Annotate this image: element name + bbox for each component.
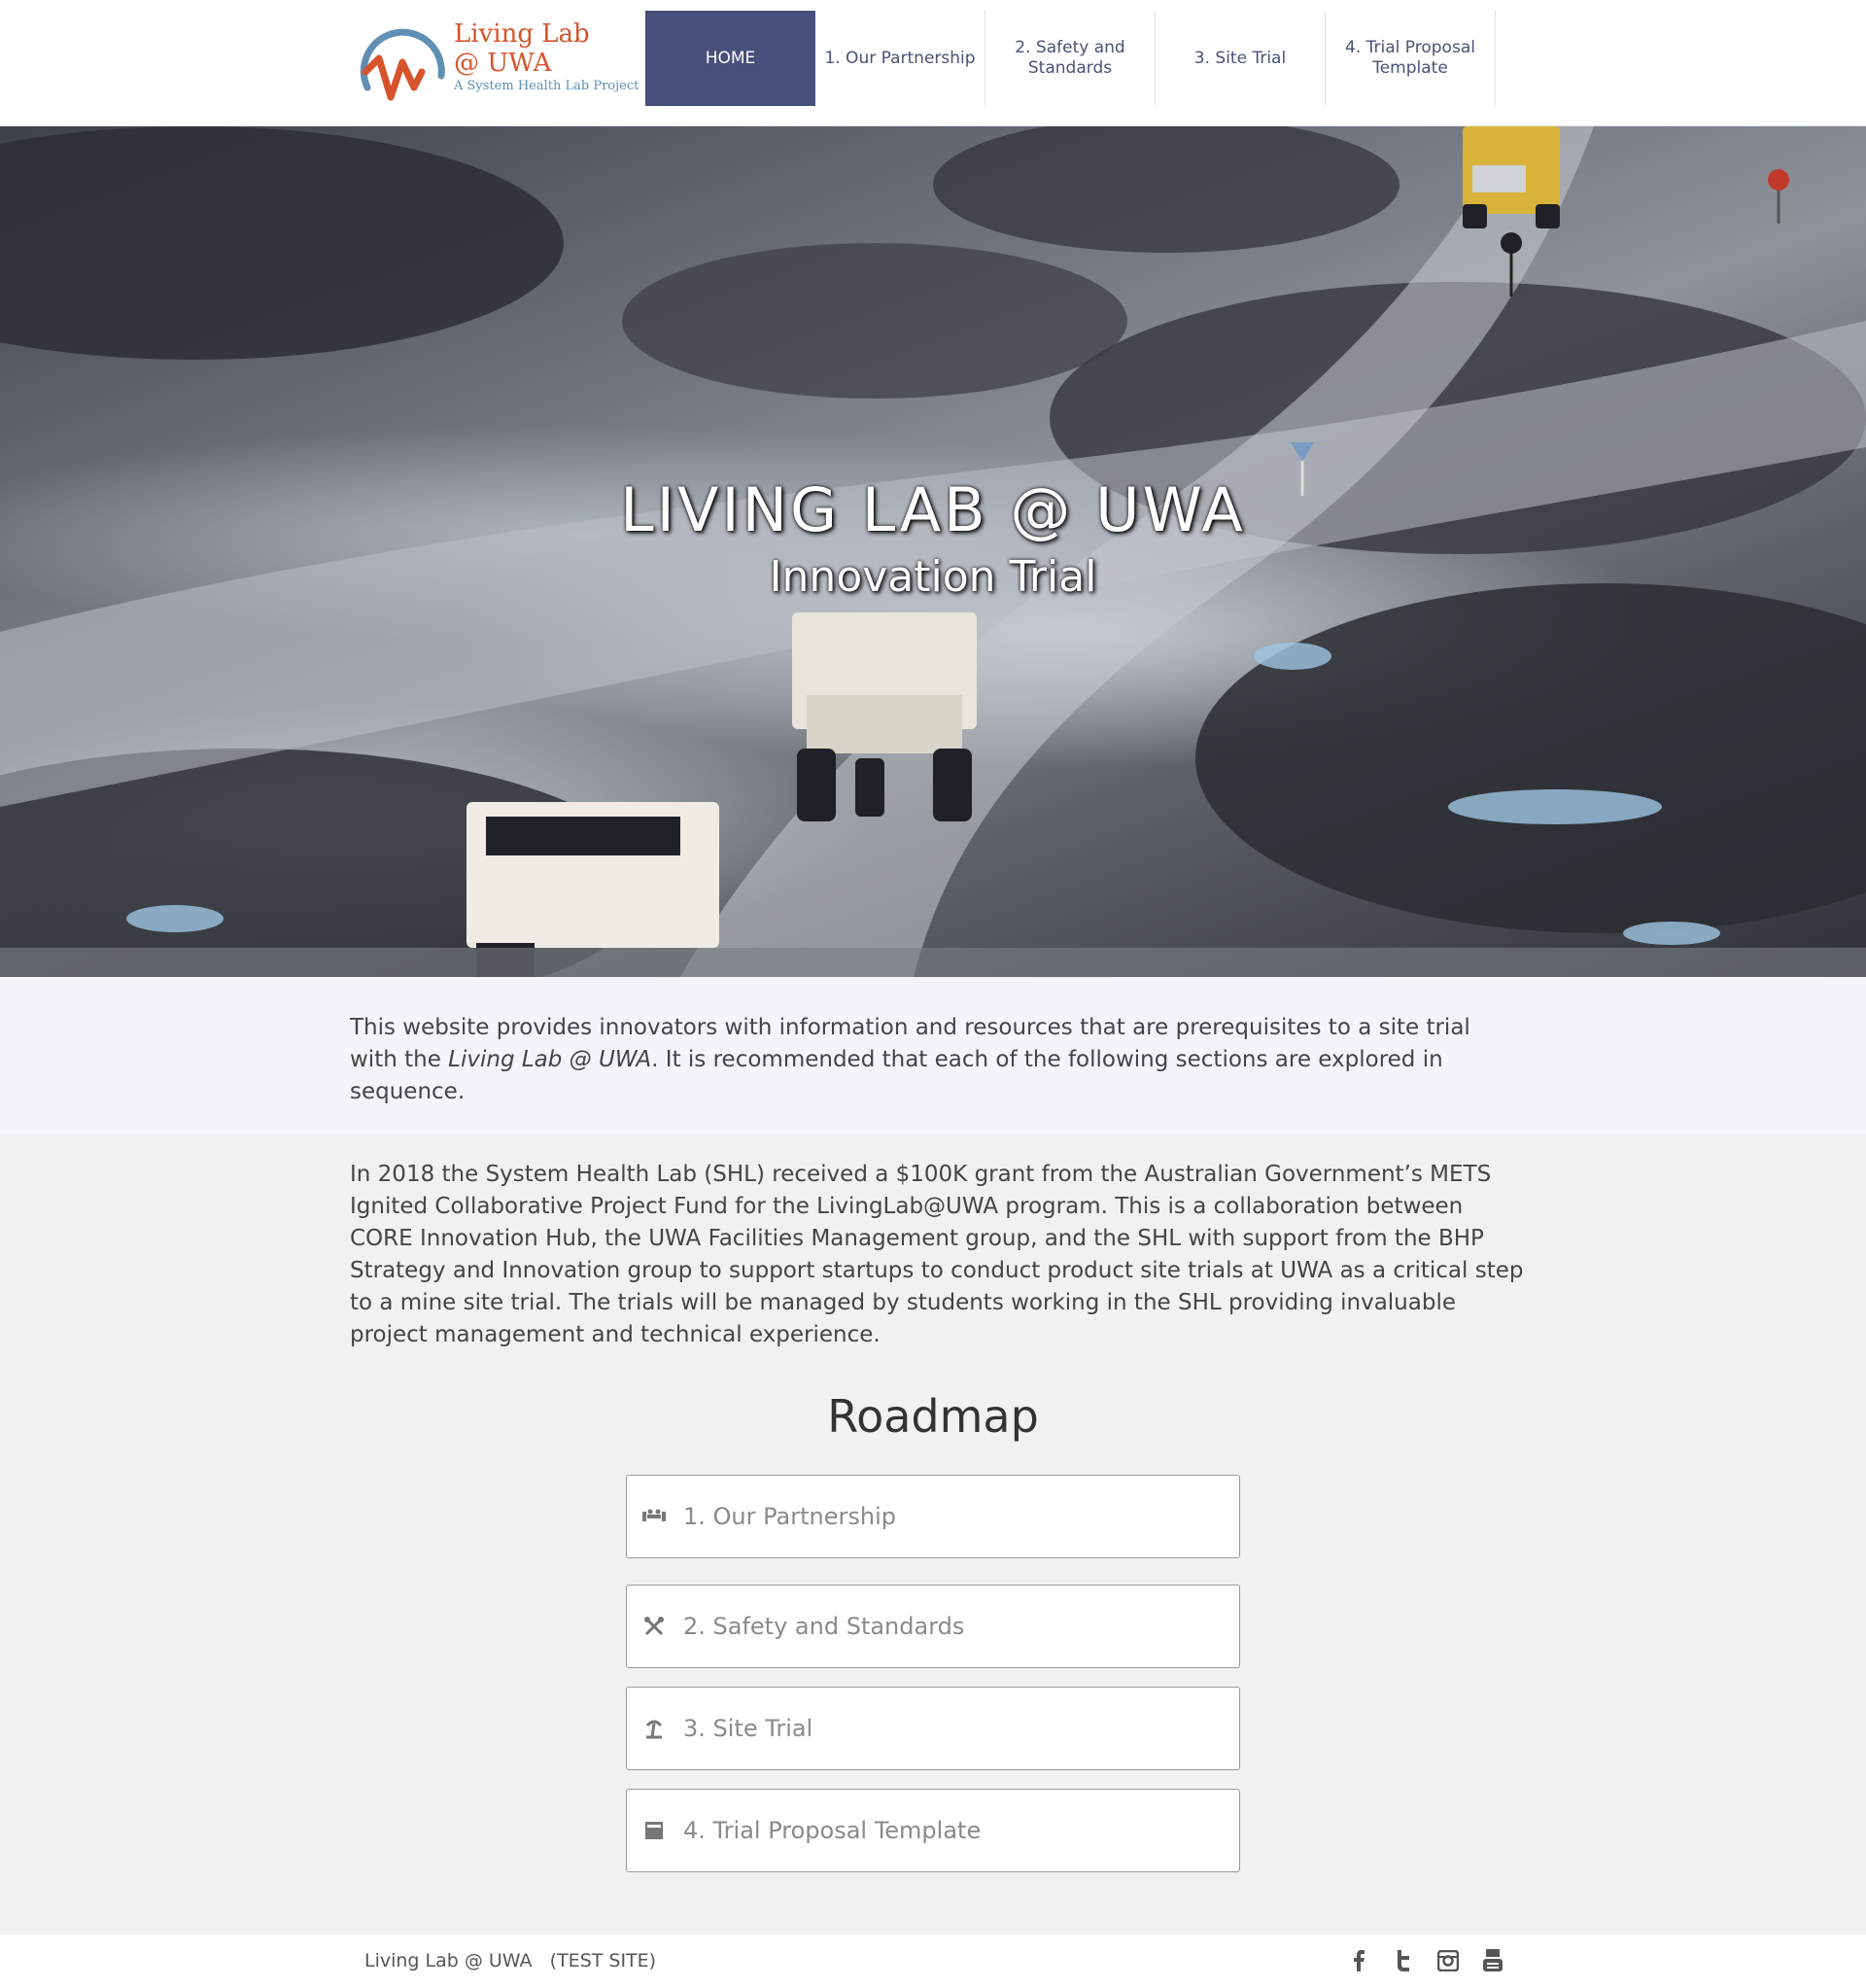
facebook-icon[interactable] bbox=[1346, 1948, 1371, 1973]
nav-our-partnership[interactable]: 1. Our Partnership bbox=[815, 11, 985, 106]
hero-banner: LIVING LAB @ UWA Innovation Trial bbox=[0, 126, 1866, 977]
logo-line-2: @ UWA bbox=[454, 49, 552, 78]
intro-emphasis: Living Lab @ UWA bbox=[448, 1047, 652, 1072]
roadmap-item-label: 1. Our Partnership bbox=[683, 1503, 896, 1530]
nav-site-trial[interactable]: 3. Site Trial bbox=[1156, 11, 1326, 106]
site-header: Living Lab @ UWA A System Health Lab Pro… bbox=[0, 0, 1866, 126]
youtube-icon[interactable] bbox=[1480, 1948, 1505, 1973]
footer-site-name: Living Lab @ UWA (TEST SITE) bbox=[364, 1950, 657, 1971]
roadmap-item-label: 2. Safety and Standards bbox=[683, 1613, 965, 1640]
intro-section: This website provides innovators with in… bbox=[0, 977, 1866, 1134]
hero-subtitle: Innovation Trial bbox=[769, 552, 1097, 602]
partnership-icon bbox=[640, 1503, 668, 1530]
nav-trial-proposal-template[interactable]: 4. Trial Proposal Template bbox=[1326, 11, 1496, 106]
site-footer: Living Lab @ UWA (TEST SITE) bbox=[0, 1935, 1866, 1988]
site-icon bbox=[640, 1715, 668, 1742]
roadmap-item-site-trial[interactable]: 3. Site Trial bbox=[626, 1687, 1240, 1770]
tools-icon bbox=[640, 1613, 668, 1640]
logo-mark-icon bbox=[360, 28, 445, 101]
roadmap-item-safety-standards[interactable]: 2. Safety and Standards bbox=[626, 1585, 1240, 1668]
roadmap-item-label: 3. Site Trial bbox=[683, 1715, 813, 1742]
twitter-icon[interactable] bbox=[1391, 1948, 1416, 1973]
main-nav: HOME 1. Our Partnership 2. Safety and St… bbox=[645, 11, 1496, 106]
document-icon bbox=[640, 1817, 668, 1844]
roadmap-item-trial-proposal-template[interactable]: 4. Trial Proposal Template bbox=[626, 1789, 1240, 1872]
logo-tagline: A System Health Lab Project bbox=[454, 79, 639, 93]
nav-home[interactable]: HOME bbox=[645, 11, 815, 106]
site-logo[interactable]: Living Lab @ UWA A System Health Lab Pro… bbox=[358, 17, 639, 105]
logo-line-1: Living Lab bbox=[454, 19, 590, 49]
roadmap-item-label: 4. Trial Proposal Template bbox=[683, 1817, 982, 1844]
instagram-icon[interactable] bbox=[1435, 1948, 1461, 1973]
nav-safety-standards[interactable]: 2. Safety and Standards bbox=[985, 11, 1156, 106]
roadmap-item-our-partnership[interactable]: 1. Our Partnership bbox=[626, 1475, 1240, 1558]
hero-title: LIVING LAB @ UWA bbox=[620, 474, 1246, 545]
intro-paragraph: This website provides innovators with in… bbox=[350, 1012, 1516, 1108]
about-paragraph: In 2018 the System Health Lab (SHL) rece… bbox=[350, 1162, 1524, 1347]
roadmap-title: Roadmap bbox=[827, 1390, 1039, 1443]
